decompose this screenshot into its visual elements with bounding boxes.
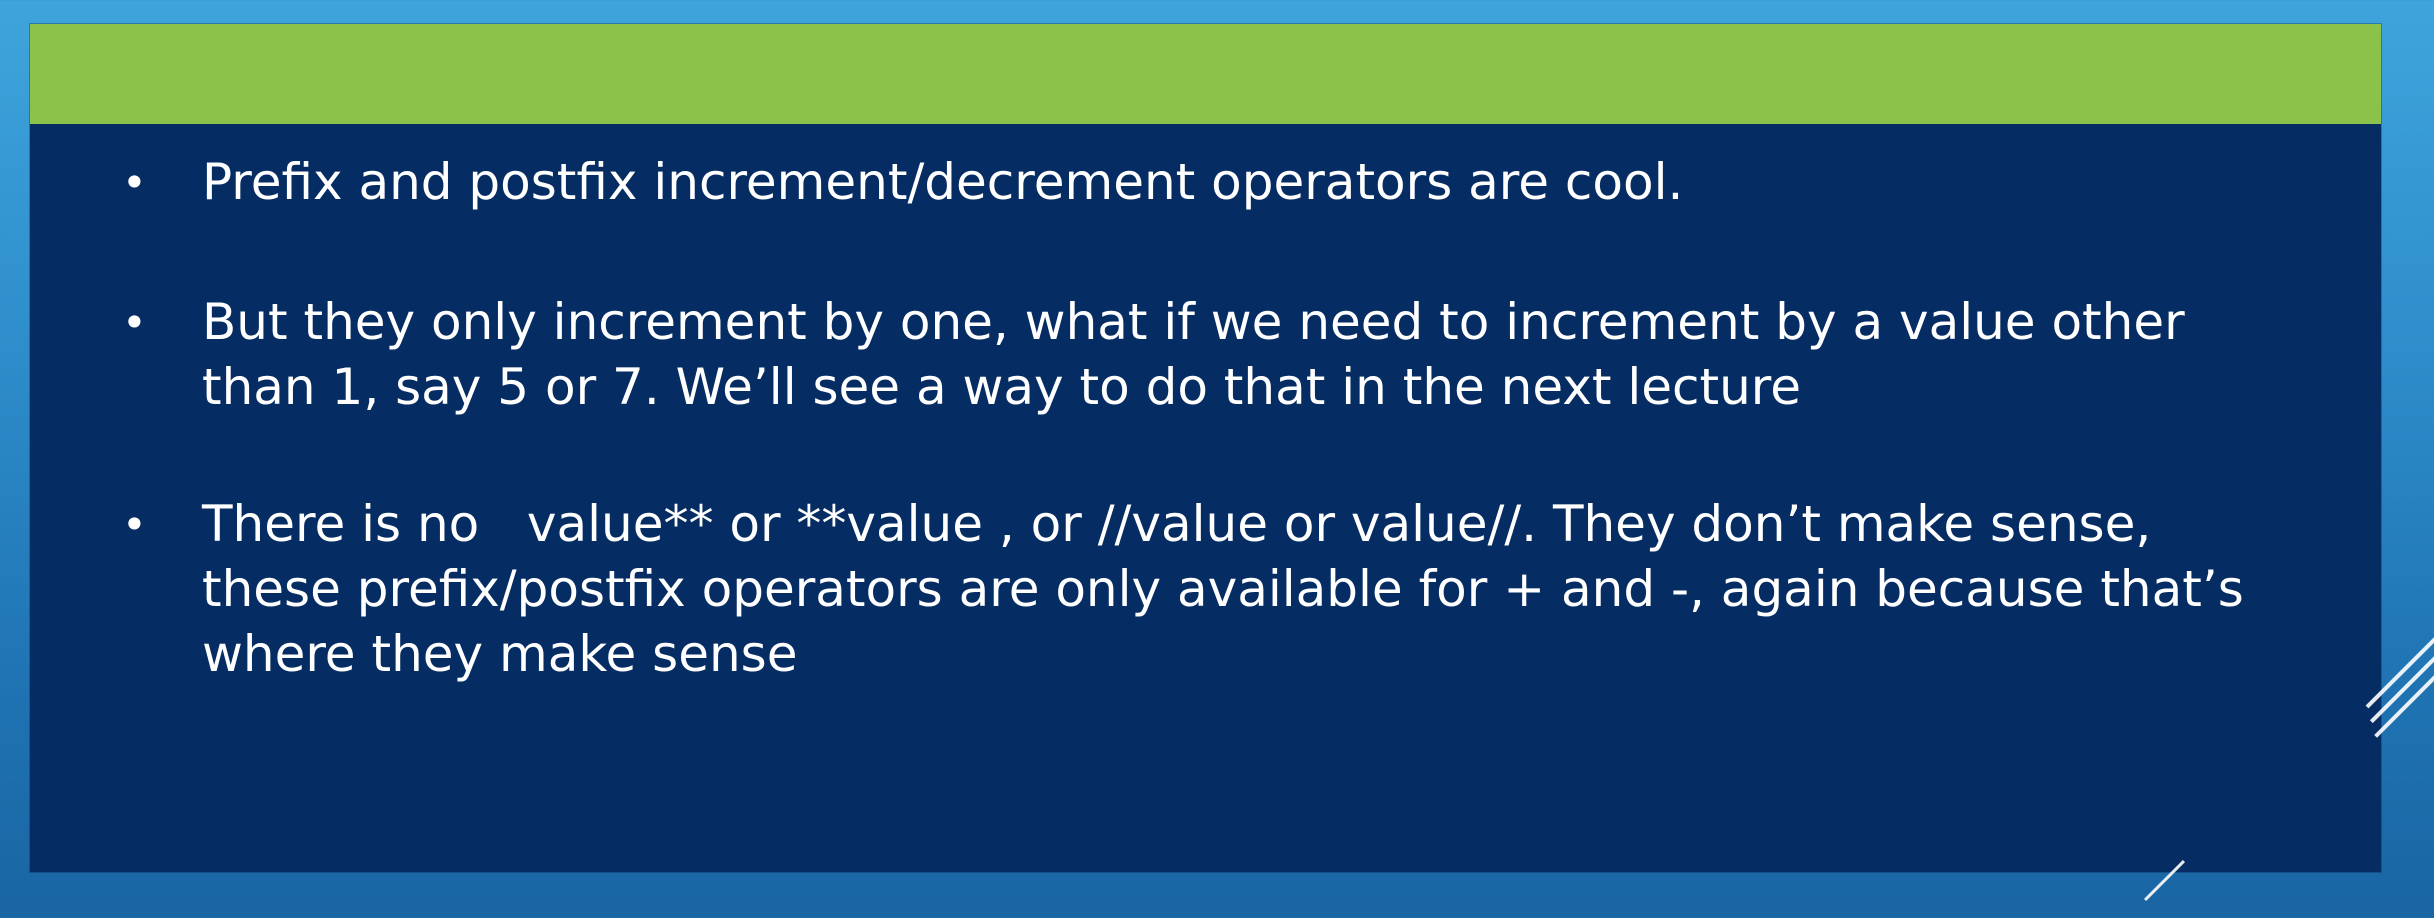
bullet-list: • Prefix and postfix increment/decrement… [122, 150, 2262, 755]
bullet-item: • Prefix and postfix increment/decrement… [122, 150, 2262, 215]
bullet-item: • But they only increment by one, what i… [122, 290, 2262, 420]
bullet-item: • There is no value** or **value , or //… [122, 492, 2262, 687]
bullet-text: There is no value** or **value , or //va… [202, 495, 2260, 683]
bullet-marker: • [122, 500, 147, 549]
bullet-text: But they only increment by one, what if … [202, 293, 2201, 416]
bullet-text: Prefix and postfix increment/decrement o… [202, 153, 1684, 211]
bullet-marker: • [122, 298, 147, 347]
title-bar [30, 24, 2381, 124]
bullet-marker: • [122, 158, 147, 207]
slide-frame: • Prefix and postfix increment/decrement… [30, 24, 2381, 872]
